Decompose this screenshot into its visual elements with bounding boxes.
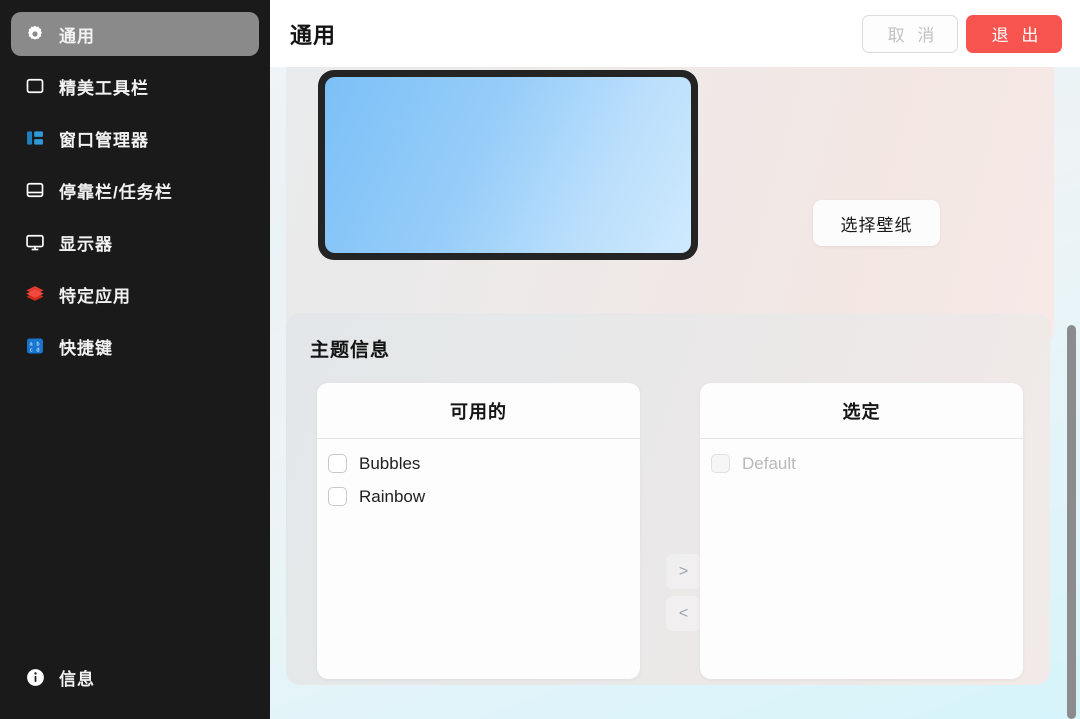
svg-text:c: c [30, 348, 33, 354]
info-circle-icon [24, 666, 46, 688]
sidebar-item-label: 快捷键 [59, 338, 113, 358]
sidebar-item-toolbar[interactable]: 精美工具栏 [11, 64, 259, 108]
list-item-label: Rainbow [359, 486, 426, 506]
keyboard-abcd-icon: a b c d [24, 335, 46, 357]
page-header: 通用 取 消 退 出 [270, 0, 1080, 67]
theme-section-title: 主题信息 [310, 340, 391, 361]
move-right-button[interactable]: > [666, 554, 701, 589]
svg-text:b: b [37, 341, 40, 347]
monitor-preview [318, 70, 698, 260]
page-title: 通用 [290, 22, 337, 48]
selected-list-header: 选定 [700, 383, 1023, 439]
svg-text:d: d [37, 348, 40, 354]
layers-icon [24, 283, 46, 305]
scrollbar-track[interactable] [1064, 67, 1080, 719]
sidebar-item-info[interactable]: 信息 [11, 655, 281, 699]
toolbar-icon [24, 75, 46, 97]
sidebar-item-label: 通用 [59, 26, 95, 46]
wallpaper-preview-image [325, 77, 691, 253]
checkbox-icon[interactable] [711, 454, 730, 473]
cancel-button[interactable]: 取 消 [862, 14, 958, 53]
dock-taskbar-icon [24, 179, 46, 201]
theme-info-card: 主题信息 可用的 Bubbles Rainbow > < 选定 Default [286, 313, 1050, 685]
checkbox-icon[interactable] [328, 454, 347, 473]
window-manager-icon [24, 127, 46, 149]
svg-text:a: a [30, 341, 33, 347]
settings-scroll-area[interactable]: 选择壁纸 主题信息 可用的 Bubbles Rainbow > < 选定 Def… [270, 67, 1080, 719]
sidebar-item-label: 窗口管理器 [59, 130, 149, 150]
sidebar-item-shortcuts[interactable]: a b c d 快捷键 [11, 324, 259, 368]
settings-window: 通用 精美工具栏 窗口管理器 停靠栏/任务栏 显示器 特定应用 a b c d … [0, 0, 1080, 719]
checkbox-icon[interactable] [328, 487, 347, 506]
monitor-icon [24, 231, 46, 253]
wallpaper-card: 选择壁纸 [286, 67, 1054, 345]
sidebar-item-label: 信息 [59, 669, 95, 689]
available-themes-panel: 可用的 Bubbles Rainbow [317, 383, 640, 679]
header-actions: 取 消 退 出 [862, 14, 1062, 53]
sidebar: 通用 精美工具栏 窗口管理器 停靠栏/任务栏 显示器 特定应用 a b c d … [0, 0, 270, 719]
move-left-button[interactable]: < [666, 596, 701, 631]
sidebar-item-dock-taskbar[interactable]: 停靠栏/任务栏 [11, 168, 259, 212]
sidebar-item-label: 特定应用 [59, 286, 131, 306]
sidebar-item-general[interactable]: 通用 [11, 12, 259, 56]
list-item-label: Bubbles [359, 453, 421, 473]
exit-button[interactable]: 退 出 [966, 14, 1062, 53]
selected-list-body: Default [700, 439, 1023, 480]
sidebar-item-label: 精美工具栏 [59, 78, 149, 98]
selected-themes-panel: 选定 Default [700, 383, 1023, 679]
main-panel: 通用 取 消 退 出 选择壁纸 主题信息 可用的 Bubbles Rainbow… [270, 0, 1080, 719]
sidebar-item-label: 停靠栏/任务栏 [59, 182, 173, 202]
sidebar-item-window-manager[interactable]: 窗口管理器 [11, 116, 259, 160]
sidebar-item-display[interactable]: 显示器 [11, 220, 259, 264]
list-item[interactable]: Default [700, 447, 1023, 480]
gear-icon [24, 23, 46, 45]
list-item-label: Default [742, 453, 796, 473]
available-list-body: Bubbles Rainbow [317, 439, 640, 513]
sidebar-item-specific-apps[interactable]: 特定应用 [11, 272, 259, 316]
list-item[interactable]: Rainbow [317, 480, 640, 513]
choose-wallpaper-button[interactable]: 选择壁纸 [813, 200, 940, 246]
sidebar-item-label: 显示器 [59, 234, 113, 254]
scrollbar-thumb[interactable] [1067, 325, 1076, 719]
available-list-header: 可用的 [317, 383, 640, 439]
list-item[interactable]: Bubbles [317, 447, 640, 480]
